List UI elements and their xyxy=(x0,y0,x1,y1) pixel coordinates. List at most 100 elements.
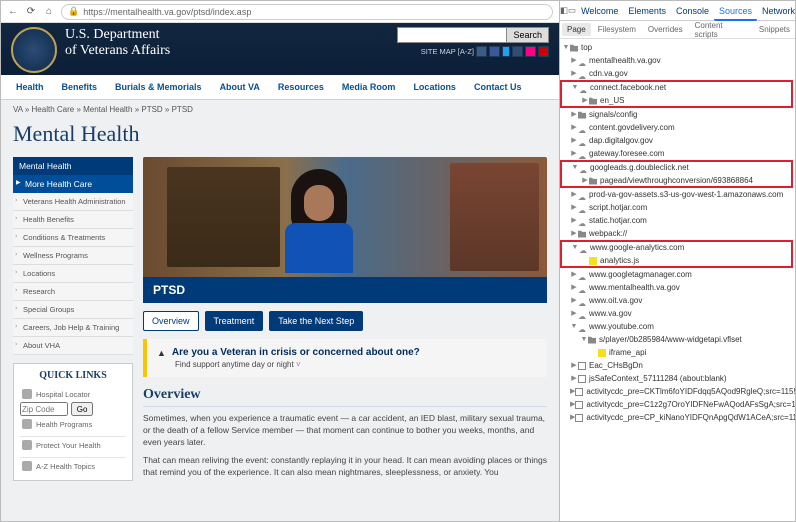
crisis-sub: Find support anytime day or night xyxy=(157,360,537,369)
sitemap-row: SITE MAP [A-Z] xyxy=(421,46,549,57)
tree-row[interactable]: ▶en_US xyxy=(561,94,792,107)
inspect-icon[interactable]: ◧ xyxy=(560,5,568,16)
sidebar-item[interactable]: Wellness Programs xyxy=(13,247,133,265)
nav-about-va[interactable]: About VA xyxy=(211,75,269,99)
tree-row[interactable]: ▼www.youtube.com xyxy=(560,320,795,333)
tree-row[interactable]: ▶prod-va-gov-assets.s3-us-gov-west-1.ama… xyxy=(560,188,795,201)
sidebar-item[interactable]: Veterans Health Administration xyxy=(13,193,133,211)
folder-icon xyxy=(589,177,597,185)
facebook-icon[interactable] xyxy=(489,46,500,57)
sidebar-item[interactable]: Special Groups xyxy=(13,301,133,319)
tree-row[interactable]: ▶script.hotjar.com xyxy=(560,201,795,214)
tree-row[interactable]: iframe_api xyxy=(560,346,795,359)
reload-icon[interactable]: ⟳ xyxy=(25,6,37,18)
tree-row[interactable]: ▶signals/config xyxy=(560,108,795,121)
tree-label: jsSafeContext_57111284 (about:blank) xyxy=(589,372,727,385)
sidebar-item[interactable]: Research xyxy=(13,283,133,301)
tree-row[interactable]: ▶dap.digitalgov.gov xyxy=(560,134,795,147)
sidebar-hdr-more-health-care[interactable]: More Health Care xyxy=(13,175,133,193)
mail-icon[interactable] xyxy=(476,46,487,57)
content-tabs: Overview Treatment Take the Next Step xyxy=(143,311,547,331)
nav-resources[interactable]: Resources xyxy=(269,75,333,99)
quick-link-item[interactable]: Protect Your Health xyxy=(20,436,126,453)
twitter-icon[interactable] xyxy=(502,46,510,57)
tree-row[interactable]: ▶www.oit.va.gov xyxy=(560,294,795,307)
tree-row[interactable]: ▶Eac_CHsBgDn xyxy=(560,359,795,372)
sources-subtab-snippets[interactable]: Snippets xyxy=(754,23,795,36)
tab-overview[interactable]: Overview xyxy=(143,311,199,331)
tree-row[interactable]: ▶cdn.va.gov xyxy=(560,67,795,80)
tab-treatment[interactable]: Treatment xyxy=(205,311,264,331)
nav-burials-memorials[interactable]: Burials & Memorials xyxy=(106,75,211,99)
tree-row[interactable]: ▼top xyxy=(560,41,795,54)
tree-label: Eac_CHsBgDn xyxy=(589,359,643,372)
youtube-icon[interactable] xyxy=(538,46,549,57)
search-button[interactable]: Search xyxy=(507,27,549,43)
zip-input[interactable] xyxy=(20,402,68,416)
sitemap-link[interactable]: SITE MAP [A-Z] xyxy=(421,47,474,56)
devtools-tab-elements[interactable]: Elements xyxy=(623,3,671,19)
tree-row[interactable]: ▶www.va.gov xyxy=(560,307,795,320)
url-text: https://mentalhealth.va.gov/ptsd/index.a… xyxy=(83,7,251,17)
nav-media-room[interactable]: Media Room xyxy=(333,75,405,99)
tab-next-step[interactable]: Take the Next Step xyxy=(269,311,363,331)
tree-label: activitycdc_pre=C1z2g7OroYIDFNeFwAQodAFs… xyxy=(586,398,795,411)
sources-subtab-page[interactable]: Page xyxy=(562,23,591,36)
tree-label: analytics.js xyxy=(600,254,639,267)
nav-contact-us[interactable]: Contact Us xyxy=(465,75,531,99)
tree-row[interactable]: ▶www.googletagmanager.com xyxy=(560,268,795,281)
crisis-banner[interactable]: Are you a Veteran in crisis or concerned… xyxy=(143,339,547,377)
sources-subtab-overrides[interactable]: Overrides xyxy=(643,23,688,36)
tree-label: activitycdc_pre=CKTlm6foYIDFdqq5AQod9Rgl… xyxy=(586,385,795,398)
dept-line2: of Veterans Affairs xyxy=(65,43,397,59)
tree-row[interactable]: ▼connect.facebook.net xyxy=(561,81,792,94)
tree-row[interactable]: ▼googleads.g.doubleclick.net xyxy=(561,161,792,174)
devtools-tab-welcome[interactable]: Welcome xyxy=(576,3,623,19)
flickr-icon[interactable] xyxy=(525,46,536,57)
sources-subtab-filesystem[interactable]: Filesystem xyxy=(593,23,641,36)
back-icon[interactable]: ← xyxy=(7,6,19,18)
nav-benefits[interactable]: Benefits xyxy=(53,75,107,99)
tree-row[interactable]: ▶jsSafeContext_57111284 (about:blank) xyxy=(560,372,795,385)
nav-health[interactable]: Health xyxy=(7,75,53,99)
sidebar-item[interactable]: About VHA xyxy=(13,337,133,355)
sources-subtab-content-scripts[interactable]: Content scripts xyxy=(690,19,752,41)
tree-row[interactable]: ▶activitycdc_pre=C1z2g7OroYIDFNeFwAQodAF… xyxy=(560,398,795,411)
quick-link-icon xyxy=(22,419,32,429)
devtools-tab-network[interactable]: Network xyxy=(757,3,796,19)
tree-label: mentalhealth.va.gov xyxy=(589,54,661,67)
tree-label: cdn.va.gov xyxy=(589,67,628,80)
sidebar-item[interactable]: Health Benefits xyxy=(13,211,133,229)
tree-row[interactable]: ▶static.hotjar.com xyxy=(560,214,795,227)
device-icon[interactable]: ▭ xyxy=(568,5,576,16)
tree-row[interactable]: ▶webpack:// xyxy=(560,227,795,240)
folder-icon xyxy=(578,111,586,119)
tree-row[interactable]: ▶mentalhealth.va.gov xyxy=(560,54,795,67)
tree-row[interactable]: ▶content.govdelivery.com xyxy=(560,121,795,134)
blog-icon[interactable] xyxy=(512,46,523,57)
sidebar-item[interactable]: Careers, Job Help & Training xyxy=(13,319,133,337)
tree-row[interactable]: ▶www.mentalhealth.va.gov xyxy=(560,281,795,294)
sidebar-item[interactable]: Conditions & Treatments xyxy=(13,229,133,247)
tree-row[interactable]: ▶pagead/viewthroughconversion/693868864 xyxy=(561,174,792,187)
tree-row[interactable]: analytics.js xyxy=(561,254,792,267)
tree-row[interactable]: ▶activitycdc_pre=CP_kiNanoYIDFQnApgQdW1A… xyxy=(560,411,795,424)
tree-row[interactable]: ▼www.google-analytics.com xyxy=(561,241,792,254)
tree-row[interactable]: ▶gateway.foresee.com xyxy=(560,147,795,160)
quick-link-item[interactable]: A-Z Health Topics xyxy=(20,457,126,474)
folder-icon xyxy=(578,230,586,238)
tree-label: top xyxy=(581,41,592,54)
sidebar-item[interactable]: Locations xyxy=(13,265,133,283)
devtools-tab-console[interactable]: Console xyxy=(671,3,714,19)
search-input[interactable] xyxy=(397,27,507,43)
home-icon[interactable]: ⌂ xyxy=(43,6,55,18)
nav-locations[interactable]: Locations xyxy=(404,75,465,99)
tree-label: iframe_api xyxy=(609,346,646,359)
tree-row[interactable]: ▶activitycdc_pre=CKTlm6foYIDFdqq5AQod9Rg… xyxy=(560,385,795,398)
file-icon xyxy=(575,414,583,422)
address-bar[interactable]: 🔒 https://mentalhealth.va.gov/ptsd/index… xyxy=(61,4,553,20)
sidebar-hdr-mental-health[interactable]: Mental Health xyxy=(13,157,133,175)
tree-row[interactable]: ▼s/player/0b285984/www-widgetapi.vflset xyxy=(560,333,795,346)
quick-link-item[interactable]: Health Programs xyxy=(20,416,126,432)
zip-go-button[interactable]: Go xyxy=(71,402,94,416)
